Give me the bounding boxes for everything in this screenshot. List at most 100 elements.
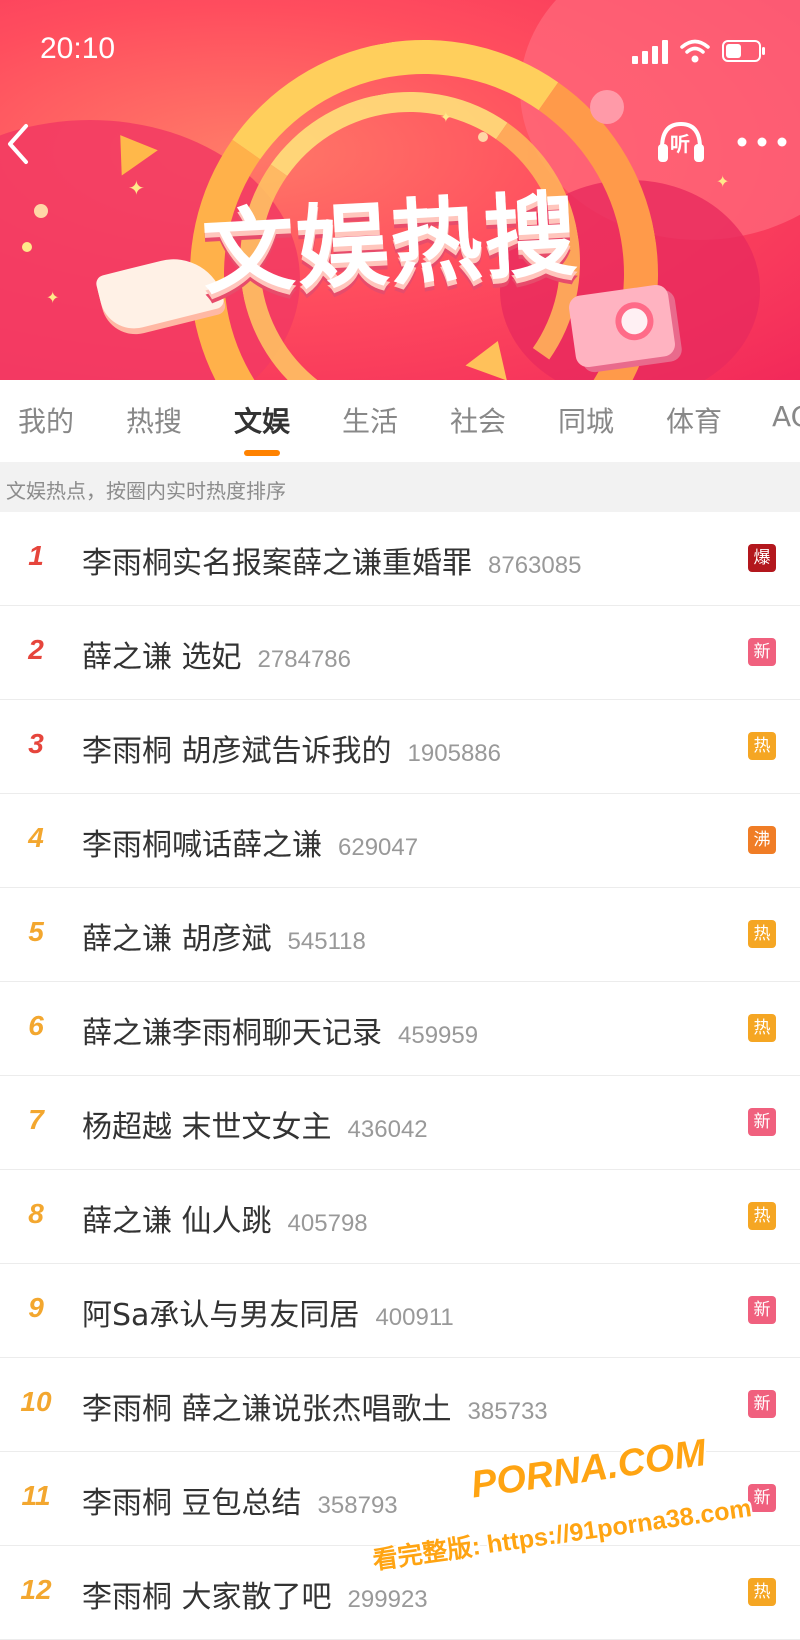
tab-life[interactable]: 生活	[342, 400, 398, 440]
status-badge: 新	[748, 1296, 776, 1324]
listen-label: 听	[670, 132, 690, 156]
sparkle-icon: ✦	[128, 176, 145, 200]
tab-acg[interactable]: AC	[772, 400, 800, 433]
heat-count: 2784786	[257, 646, 351, 673]
status-badge: 爆	[748, 544, 776, 572]
rank-number: 10	[20, 1386, 52, 1417]
listen-button[interactable]: 听	[654, 116, 708, 168]
row-text: 李雨桐 胡彦斌告诉我的 1905886	[82, 726, 501, 770]
row-text: 薛之谦 仙人跳 405798	[82, 1196, 368, 1240]
active-tab-indicator	[244, 450, 280, 456]
status-badge: 热	[748, 1014, 776, 1042]
topic-title[interactable]: 李雨桐 大家散了吧	[82, 1580, 332, 1615]
dot-decoration	[34, 204, 48, 218]
tab-sports[interactable]: 体育	[666, 400, 722, 440]
hot-search-row[interactable]: 9 阿Sa承认与男友同居 400911 新	[0, 1264, 800, 1358]
category-tabs: 我的 热搜 文娱 生活 社会 同城 体育 AC	[0, 380, 800, 462]
status-badge: 热	[748, 732, 776, 760]
more-icon[interactable]	[734, 128, 790, 156]
heat-count: 545118	[287, 928, 366, 955]
tab-mine[interactable]: 我的	[18, 400, 74, 440]
heat-count: 385733	[467, 1398, 548, 1425]
row-text: 薛之谦李雨桐聊天记录 459959	[82, 1008, 478, 1052]
heat-count: 400911	[375, 1304, 454, 1331]
rank-number: 3	[28, 728, 44, 759]
hot-search-row[interactable]: 8 薛之谦 仙人跳 405798 热	[0, 1170, 800, 1264]
hot-search-row[interactable]: 10 李雨桐 薛之谦说张杰唱歌土 385733 新	[0, 1358, 800, 1452]
status-badge: 新	[748, 1390, 776, 1418]
list-description: 文娱热点，按圈内实时热度排序	[6, 479, 286, 503]
dot-decoration	[22, 242, 32, 252]
heat-count: 405798	[287, 1210, 368, 1237]
tab-society[interactable]: 社会	[450, 400, 506, 440]
rank-number: 11	[21, 1480, 51, 1511]
hot-search-row[interactable]: 11 李雨桐 豆包总结 358793 新	[0, 1452, 800, 1546]
hot-search-row[interactable]: 4 李雨桐喊话薛之谦 629047 沸	[0, 794, 800, 888]
hot-search-row[interactable]: 2 薛之谦 选妃 2784786 新	[0, 606, 800, 700]
topic-title[interactable]: 薛之谦李雨桐聊天记录	[82, 1016, 382, 1051]
hot-search-row[interactable]: 6 薛之谦李雨桐聊天记录 459959 热	[0, 982, 800, 1076]
signal-icon	[632, 40, 668, 64]
rank-number: 6	[28, 1010, 44, 1041]
topic-title[interactable]: 薛之谦 仙人跳	[82, 1204, 272, 1239]
rank-number: 7	[28, 1104, 44, 1135]
topic-title[interactable]: 杨超越 末世文女主	[82, 1110, 332, 1145]
rank-number: 12	[20, 1574, 52, 1605]
sparkle-icon: ✦	[46, 288, 60, 307]
banner-title: 文娱热搜	[199, 181, 581, 308]
camera-illustration	[567, 283, 677, 369]
rank-number: 8	[28, 1198, 44, 1229]
status-badge: 热	[748, 920, 776, 948]
topic-title[interactable]: 薛之谦 选妃	[82, 640, 242, 675]
topic-title[interactable]: 李雨桐 薛之谦说张杰唱歌土	[82, 1392, 452, 1427]
heat-count: 1905886	[407, 740, 501, 767]
topic-title[interactable]: 薛之谦 胡彦斌	[82, 922, 272, 957]
hot-search-row[interactable]: 7 杨超越 末世文女主 436042 新	[0, 1076, 800, 1170]
heat-count: 629047	[338, 834, 419, 861]
rank-number: 5	[28, 916, 44, 947]
status-bar: 20:10	[0, 0, 800, 100]
list-description-bar: 文娱热点，按圈内实时热度排序	[0, 462, 800, 512]
status-badge: 新	[748, 1484, 776, 1512]
status-badge: 热	[748, 1202, 776, 1230]
topic-title[interactable]: 李雨桐 豆包总结	[82, 1486, 302, 1521]
hot-search-row[interactable]: 12 李雨桐 大家散了吧 299923 热	[0, 1546, 800, 1640]
heat-count: 299923	[347, 1586, 428, 1613]
heat-count: 459959	[398, 1022, 479, 1049]
topic-title[interactable]: 李雨桐 胡彦斌告诉我的	[82, 734, 392, 769]
row-text: 李雨桐 薛之谦说张杰唱歌土 385733	[82, 1384, 548, 1428]
back-arrow-icon[interactable]	[2, 118, 42, 170]
heat-count: 358793	[317, 1492, 398, 1519]
row-text: 阿Sa承认与男友同居 400911	[82, 1290, 454, 1334]
row-text: 薛之谦 胡彦斌 545118	[82, 914, 366, 958]
rank-number: 4	[28, 822, 44, 853]
hot-search-row[interactable]: 5 薛之谦 胡彦斌 545118 热	[0, 888, 800, 982]
row-text: 李雨桐喊话薛之谦 629047	[82, 820, 418, 864]
rank-number: 9	[28, 1292, 44, 1323]
tab-local[interactable]: 同城	[558, 400, 614, 440]
tab-entertainment[interactable]: 文娱	[234, 400, 290, 440]
topic-title[interactable]: 阿Sa承认与男友同居	[82, 1298, 359, 1333]
wifi-icon	[680, 39, 710, 63]
rank-number: 1	[28, 540, 44, 571]
status-time: 20:10	[40, 32, 116, 65]
status-badge: 热	[748, 1578, 776, 1606]
hot-search-row[interactable]: 1 李雨桐实名报案薛之谦重婚罪 8763085 爆	[0, 512, 800, 606]
row-text: 李雨桐实名报案薛之谦重婚罪 8763085	[82, 538, 581, 582]
hot-search-row[interactable]: 3 李雨桐 胡彦斌告诉我的 1905886 热	[0, 700, 800, 794]
status-badge: 新	[748, 1108, 776, 1136]
battery-icon	[722, 40, 765, 62]
heat-count: 436042	[347, 1116, 428, 1143]
row-text: 薛之谦 选妃 2784786	[82, 632, 351, 676]
dot-decoration	[478, 132, 488, 142]
status-badge: 新	[748, 638, 776, 666]
row-text: 李雨桐 大家散了吧 299923	[82, 1572, 428, 1616]
banner: ✦ ✦ ✦ ✦ 20:10 听 文娱热搜	[0, 0, 800, 380]
topic-title[interactable]: 李雨桐实名报案薛之谦重婚罪	[82, 546, 472, 581]
topic-title[interactable]: 李雨桐喊话薛之谦	[82, 828, 322, 863]
heat-count: 8763085	[488, 552, 582, 579]
tab-hot[interactable]: 热搜	[126, 400, 182, 440]
sparkle-icon: ✦	[716, 172, 730, 191]
rank-number: 2	[28, 634, 44, 665]
status-badge: 沸	[748, 826, 776, 854]
